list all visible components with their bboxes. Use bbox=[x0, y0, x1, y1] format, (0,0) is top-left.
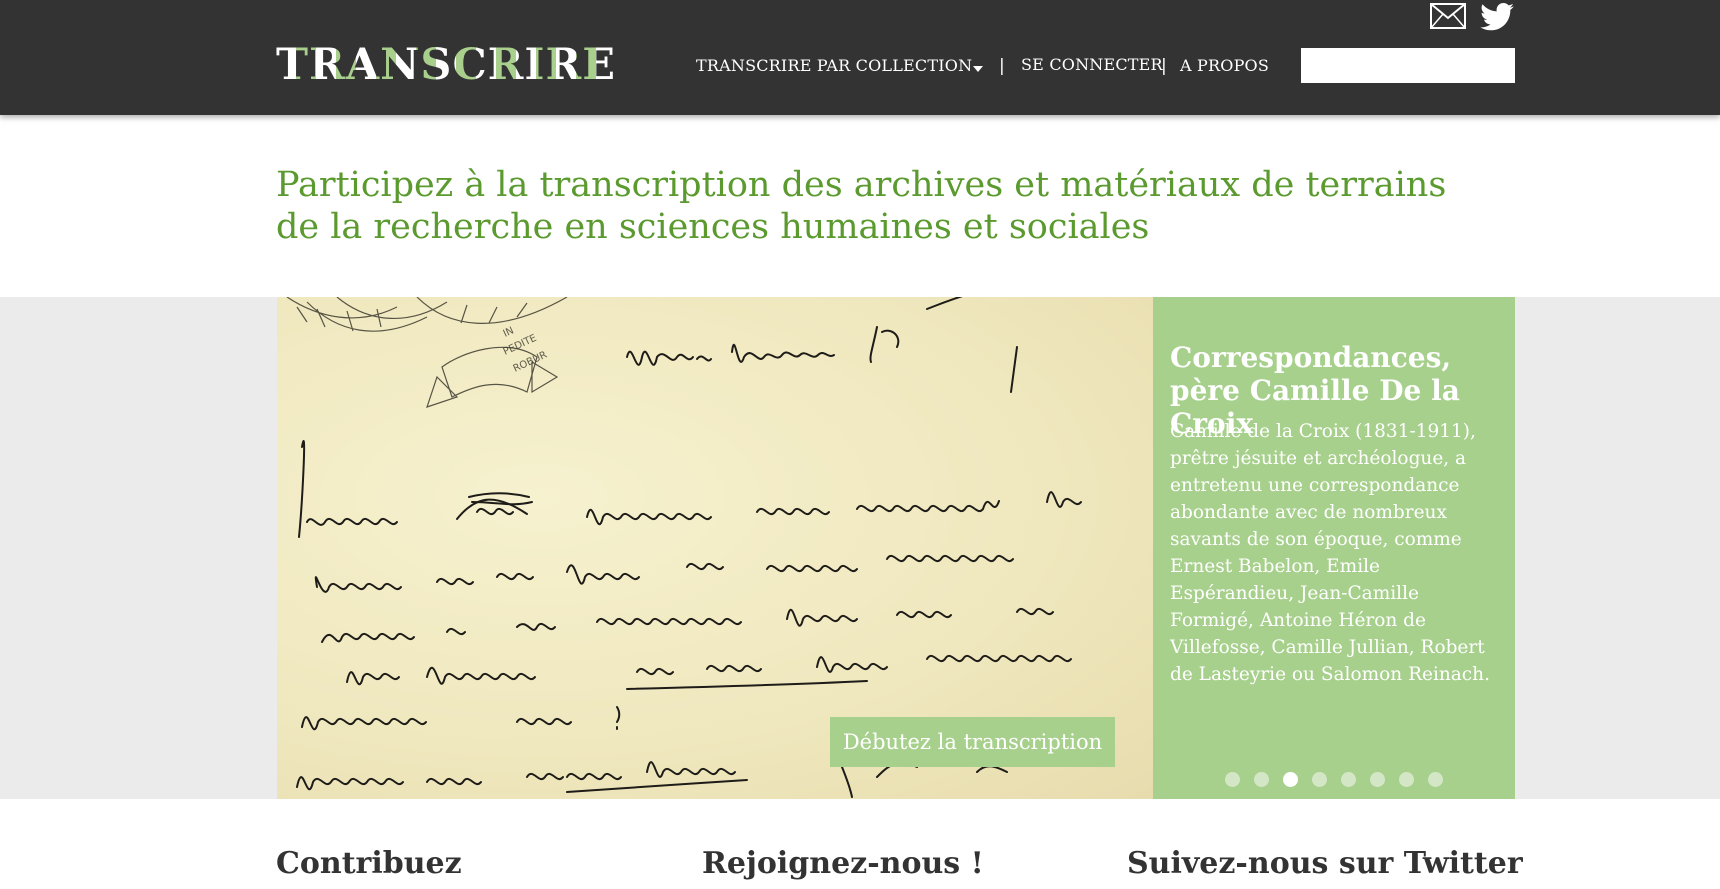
chevron-down-icon[interactable] bbox=[973, 66, 983, 72]
section-title-contribuez: Contribuez bbox=[276, 846, 462, 881]
carousel-dot[interactable] bbox=[1312, 772, 1327, 787]
headline-line-2: de la recherche en sciences humaines et … bbox=[276, 207, 1150, 247]
collection-description: Camille de la Croix (1831-1911), prêtre … bbox=[1170, 421, 1490, 685]
search-input[interactable] bbox=[1301, 48, 1515, 83]
twitter-icon[interactable] bbox=[1480, 3, 1514, 31]
carousel-dot[interactable] bbox=[1225, 772, 1240, 787]
carousel-dot[interactable] bbox=[1341, 772, 1356, 787]
carousel-caption-panel: Correspondances, père Camille De la Croi… bbox=[1153, 297, 1515, 799]
carousel-dot[interactable] bbox=[1399, 772, 1414, 787]
carousel-dot[interactable] bbox=[1428, 772, 1443, 787]
mail-icon[interactable] bbox=[1430, 3, 1466, 29]
nav-a-propos[interactable]: A PROPOS bbox=[1180, 56, 1269, 75]
nav-se-connecter[interactable]: SE CONNECTER bbox=[1021, 55, 1163, 74]
start-transcription-button[interactable]: Débutez la transcription bbox=[830, 717, 1115, 767]
site-logo[interactable]: TRANSCRIRE bbox=[276, 44, 616, 87]
carousel-pagination bbox=[1225, 772, 1443, 787]
svg-text:IN: IN bbox=[502, 325, 516, 339]
section-title-rejoignez: Rejoignez-nous ! bbox=[702, 846, 984, 881]
page-headline: Participez à la transcription des archiv… bbox=[276, 164, 1476, 248]
nav-separator: | bbox=[999, 56, 1005, 76]
carousel-dot[interactable] bbox=[1370, 772, 1385, 787]
headline-line-1: Participez à la transcription des archiv… bbox=[276, 165, 1447, 205]
carousel-dot-active[interactable] bbox=[1283, 772, 1298, 787]
nav-transcrire-par-collection[interactable]: TRANSCRIRE PAR COLLECTION bbox=[696, 56, 972, 75]
nav-separator: | bbox=[1161, 56, 1167, 76]
carousel-dot[interactable] bbox=[1254, 772, 1269, 787]
section-title-twitter: Suivez-nous sur Twitter bbox=[1127, 846, 1523, 881]
